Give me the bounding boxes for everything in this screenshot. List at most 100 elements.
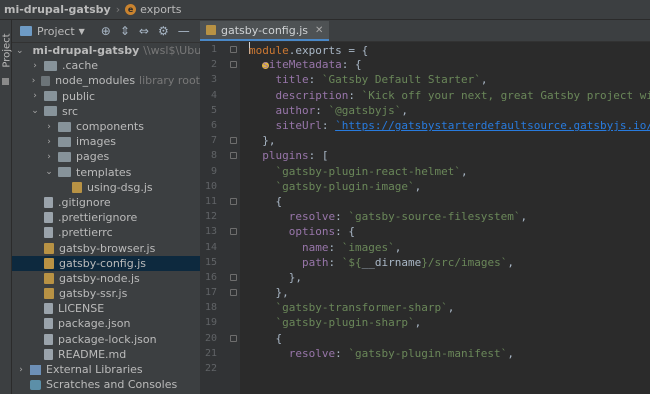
tree-item[interactable]: ⌄ mi-drupal-gatsby\\wsl$\Ubuntu\var\w <box>12 43 200 58</box>
collapse-all-icon[interactable]: ⇔ <box>139 24 149 38</box>
chevron-down-icon[interactable]: ⌄ <box>16 46 24 56</box>
tree-item[interactable]: .prettierignore <box>12 210 200 225</box>
tree-item[interactable]: › .cache <box>12 58 200 73</box>
code-line[interactable]: 14 name: `images`, <box>200 239 650 254</box>
code-line[interactable]: 5 author: `@gatsbyjs`, <box>200 103 650 118</box>
folder-icon <box>58 121 71 132</box>
code-text: title: `Gatsby Default Starter`, <box>249 73 488 87</box>
gutter-spacer <box>217 118 241 133</box>
tree-item[interactable]: gatsby-browser.js <box>12 240 200 255</box>
chevron-down-icon[interactable]: ⌄ <box>44 167 54 177</box>
expand-all-icon[interactable]: ⇕ <box>120 24 130 38</box>
close-icon[interactable]: ✕ <box>315 25 323 36</box>
tree-item[interactable]: using-dsg.js <box>12 180 200 195</box>
gutter-spacer <box>217 164 241 179</box>
chevron-right-icon[interactable]: › <box>44 137 54 147</box>
navigation-bar: mi-drupal-gatsby › e exports <box>0 0 650 20</box>
code-line[interactable]: 7 }, <box>200 133 650 148</box>
tree-item[interactable]: ⌄ src <box>12 104 200 119</box>
code-line[interactable]: 22 <box>200 361 650 376</box>
code-token: `@gatsbyjs` <box>328 103 402 117</box>
code-line[interactable]: 1 module.exports = { <box>200 42 650 57</box>
fold-marker-icon[interactable] <box>217 331 241 346</box>
tree-item[interactable]: › pages <box>12 149 200 164</box>
hide-icon[interactable]: — <box>178 24 190 38</box>
folder-icon <box>44 60 57 71</box>
gear-icon[interactable]: ⚙ <box>158 24 169 38</box>
tree-item[interactable]: package.json <box>12 316 200 331</box>
structure-icon[interactable] <box>2 78 9 85</box>
tree-item[interactable]: › images <box>12 134 200 149</box>
code-area[interactable]: 1 module.exports = {2 siteMetadata: {3 ti… <box>200 42 650 376</box>
code-line[interactable]: 3 title: `Gatsby Default Starter`, <box>200 72 650 87</box>
code-line[interactable]: 15 path: `${__dirname}/src/images`, <box>200 255 650 270</box>
tree-item[interactable]: gatsby-node.js <box>12 271 200 286</box>
tree-item[interactable]: .prettierrc <box>12 225 200 240</box>
code-line[interactable]: 4 description: `Kick off your next, grea… <box>200 88 650 103</box>
breadcrumb-exports[interactable]: exports <box>140 3 181 16</box>
fold-marker-icon[interactable] <box>217 224 241 239</box>
tree-item[interactable]: LICENSE <box>12 301 200 316</box>
code-line[interactable]: 21 resolve: `gatsby-plugin-manifest`, <box>200 346 650 361</box>
project-tool-window-button[interactable]: Project <box>2 33 13 67</box>
code-line[interactable]: 19 `gatsby-plugin-sharp`, <box>200 315 650 330</box>
line-number: 21 <box>204 347 217 359</box>
code-line[interactable]: 2 siteMetadata: { <box>200 57 650 72</box>
tree-item[interactable]: ⌄ templates <box>12 165 200 180</box>
chevron-right-icon[interactable]: › <box>44 122 54 132</box>
line-number: 22 <box>204 363 217 375</box>
tree-item[interactable]: › node_modules library root <box>12 73 200 88</box>
tab-label: gatsby-config.js <box>221 23 308 37</box>
chevron-right-icon[interactable]: › <box>44 152 54 162</box>
locate-icon[interactable]: ⊕ <box>101 24 111 38</box>
gutter-spacer <box>217 88 241 103</box>
tree-item[interactable]: › External Libraries <box>12 362 200 377</box>
code-token: , <box>414 316 422 330</box>
code-line[interactable]: 16 }, <box>200 270 650 285</box>
tab-gatsby-config[interactable]: gatsby-config.js ✕ <box>200 21 330 41</box>
chevron-right-icon[interactable]: › <box>30 61 40 71</box>
code-text: }, <box>249 286 288 299</box>
tree-item[interactable]: › public <box>12 89 200 104</box>
tree-item[interactable]: › components <box>12 119 200 134</box>
fold-marker-icon[interactable] <box>217 42 241 57</box>
code-token: title <box>275 73 309 87</box>
tree-item[interactable]: .gitignore <box>12 195 200 210</box>
code-token: : <box>335 346 349 360</box>
fold-marker-icon[interactable] <box>217 270 241 285</box>
code-line[interactable]: 11 { <box>200 194 650 209</box>
tree-item[interactable]: gatsby-ssr.js <box>12 286 200 301</box>
code-line[interactable]: 8 plugins: [ <box>200 148 650 163</box>
code-line[interactable]: 13 options: { <box>200 224 650 239</box>
tree-item-label: Scratches and Consoles <box>46 378 178 392</box>
fold-marker-icon[interactable] <box>217 194 241 209</box>
tree-item[interactable]: package-lock.json <box>12 332 200 347</box>
code-token: siteMetadata <box>262 58 342 72</box>
tree-item[interactable]: Scratches and Consoles <box>12 377 200 392</box>
chevron-down-icon[interactable]: ⌄ <box>30 106 40 116</box>
tree-item[interactable]: README.md <box>12 347 200 362</box>
fold-marker-icon[interactable] <box>217 148 241 163</box>
code-token: `images` <box>341 240 395 254</box>
code-line[interactable]: 10 `gatsby-plugin-image`, <box>200 179 650 194</box>
chevron-right-icon[interactable]: › <box>16 365 26 375</box>
chevron-right-icon[interactable]: › <box>30 91 40 101</box>
code-line[interactable]: 17 }, <box>200 285 650 300</box>
tree-item[interactable]: gatsby-config.js <box>12 255 200 271</box>
fold-marker-icon[interactable] <box>217 57 241 72</box>
project-view-selector[interactable]: Project <box>37 25 75 38</box>
javascript-file-icon <box>44 272 54 284</box>
fold-marker-icon[interactable] <box>217 285 241 300</box>
breadcrumb-project[interactable]: mi-drupal-gatsby <box>4 3 111 16</box>
code-line[interactable]: 18 `gatsby-transformer-sharp`, <box>200 300 650 315</box>
tree-item-label: gatsby-node.js <box>59 271 140 285</box>
code-line[interactable]: 12 resolve: `gatsby-source-filesystem`, <box>200 209 650 224</box>
fold-marker-icon[interactable] <box>217 133 241 148</box>
chevron-down-icon[interactable]: ▼ <box>79 27 85 36</box>
code-line[interactable]: 9 `gatsby-plugin-react-helmet`, <box>200 164 650 179</box>
chevron-right-icon[interactable]: › <box>30 76 37 86</box>
code-line[interactable]: 6 siteUrl: `https://gatsbystarterdefault… <box>200 118 650 133</box>
code-line[interactable]: 20 { <box>200 331 650 346</box>
